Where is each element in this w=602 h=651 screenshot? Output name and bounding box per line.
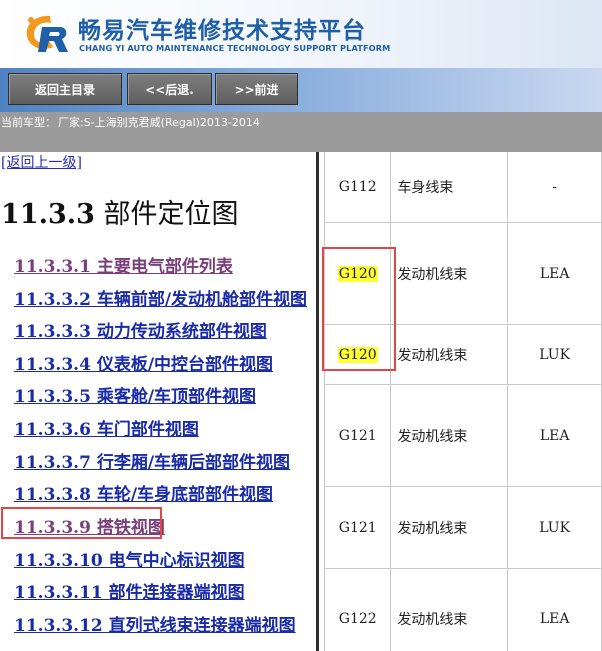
section-title: 11.3.3 部件定位图 (1, 192, 239, 231)
toc-item-12[interactable]: 11.3.3.12 直列式线束连接器端视图 (14, 611, 296, 636)
section-title-text: 部件定位图 (103, 199, 239, 230)
table-row: G121 发动机线束 LUK (323, 486, 602, 569)
forward-button[interactable]: >>前进 (215, 73, 298, 105)
toc-pane: [返回上一级] 11.3.3 部件定位图 11.3.3.1 主要电气部件列表 1… (0, 152, 316, 651)
harness-name: 发动机线束 (390, 486, 509, 569)
toc-item-4[interactable]: 11.3.3.4 仪表板/中控台部件视图 (14, 350, 273, 375)
section-number: 11.3.3 (1, 199, 95, 230)
toc-item-6[interactable]: 11.3.3.6 车门部件视图 (14, 415, 199, 440)
toc-item-5[interactable]: 11.3.3.5 乘客舱/车顶部件视图 (14, 382, 256, 407)
nav-bar: 返回主目录 <<后退. >>前进 (0, 68, 602, 112)
back-up-link[interactable]: [返回上一级] (1, 152, 82, 172)
toc-item-11[interactable]: 11.3.3.11 部件连接器端视图 (14, 578, 245, 603)
app-header: 畅易汽车维修技术支持平台 CHANG YI AUTO MAINTENANCE T… (0, 0, 602, 68)
cy-logo-icon (26, 15, 68, 52)
engine-variant: - (507, 152, 602, 223)
vehicle-bar: 当前车型： 厂家:S-上海别克君威(Regal)2013-2014 (0, 112, 602, 152)
ground-table-pane: G112 车身线束 - G120 发动机线束 LEA G120 发动机线束 LU… (319, 152, 602, 651)
back-button[interactable]: <<后退. (127, 73, 212, 105)
ground-code: G112 (323, 152, 392, 223)
table-row: G121 发动机线束 LEA (323, 384, 602, 487)
highlight-box-g120 (322, 247, 396, 371)
toc-item-3[interactable]: 11.3.3.3 动力传动系统部件视图 (14, 317, 267, 342)
engine-variant: LUK (507, 486, 602, 569)
toc-item-7[interactable]: 11.3.3.7 行李厢/车辆后部部件视图 (14, 448, 290, 473)
toc-item-1[interactable]: 11.3.3.1 主要电气部件列表 (14, 252, 233, 277)
highlight-box-toc (1, 507, 162, 539)
harness-name: 发动机线束 (390, 324, 509, 385)
vehicle-info: 当前车型： 厂家:S-上海别克君威(Regal)2013-2014 (1, 114, 260, 130)
toc-item-8[interactable]: 11.3.3.8 车轮/车身底部部件视图 (14, 480, 273, 505)
ground-code: G122 (323, 568, 392, 651)
harness-name: 车身线束 (390, 152, 509, 223)
harness-name: 发动机线束 (390, 384, 509, 487)
table-row: G122 发动机线束 LEA (323, 568, 602, 651)
brand-subtitle: CHANG YI AUTO MAINTENANCE TECHNOLOGY SUP… (79, 43, 391, 53)
harness-name: 发动机线束 (390, 568, 509, 651)
engine-variant: LEA (507, 384, 602, 487)
vehicle-label: 当前车型： (1, 116, 56, 129)
engine-variant: LEA (507, 222, 602, 325)
toc-item-2[interactable]: 11.3.3.2 车辆前部/发动机舱部件视图 (14, 285, 307, 310)
ground-code: G121 (323, 384, 392, 487)
engine-variant: LUK (507, 324, 602, 385)
brand-title: 畅易汽车维修技术支持平台 (78, 18, 366, 44)
ground-table: G112 车身线束 - G120 发动机线束 LEA G120 发动机线束 LU… (323, 152, 602, 651)
table-row: G112 车身线束 - (323, 152, 602, 223)
vehicle-value: 厂家:S-上海别克君威(Regal)2013-2014 (58, 116, 260, 129)
ground-code: G121 (323, 486, 392, 569)
harness-name: 发动机线束 (390, 222, 509, 325)
engine-variant: LEA (507, 568, 602, 651)
home-button[interactable]: 返回主目录 (8, 73, 122, 105)
toc-item-10[interactable]: 11.3.3.10 电气中心标识视图 (14, 546, 245, 571)
